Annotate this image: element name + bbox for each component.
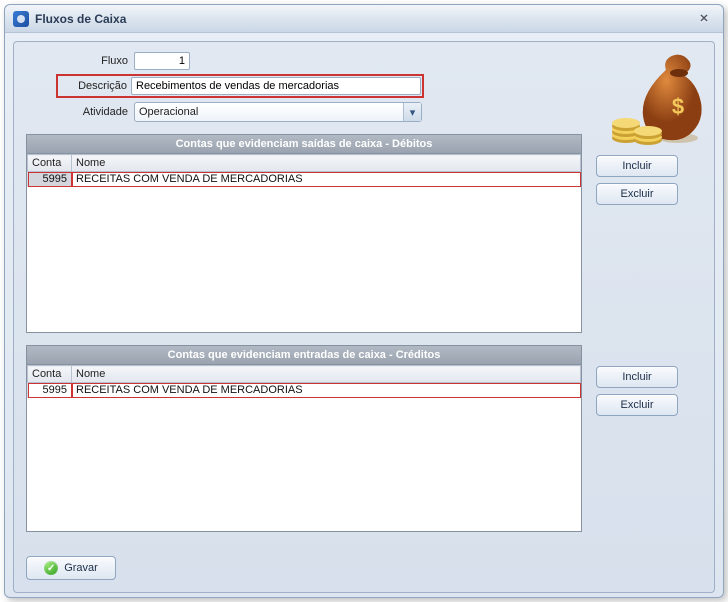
money-bag-icon: $: [608, 50, 704, 146]
col-nome[interactable]: Nome: [72, 366, 581, 383]
atividade-value: Operacional: [139, 106, 198, 118]
fluxo-input[interactable]: [134, 52, 190, 70]
app-icon: [13, 11, 29, 27]
content-panel: $ Fluxo: [13, 41, 715, 593]
cell-nome: RECEITAS COM VENDA DE MERCADORIAS: [72, 383, 581, 398]
incluir-debito-button[interactable]: Incluir: [596, 155, 678, 177]
close-icon[interactable]: ✕: [693, 10, 715, 28]
fluxo-label: Fluxo: [26, 55, 134, 67]
atividade-select[interactable]: Operacional ▾: [134, 102, 422, 122]
section-header-debitos: Contas que evidenciam saídas de caixa - …: [26, 134, 582, 153]
chevron-down-icon: ▾: [403, 103, 421, 121]
window-fluxos-de-caixa: Fluxos de Caixa ✕ $: [4, 4, 724, 598]
excluir-debito-button[interactable]: Excluir: [596, 183, 678, 205]
gravar-button[interactable]: ✓ Gravar: [26, 556, 116, 580]
descricao-highlight: Descrição: [56, 74, 424, 98]
descricao-label: Descrição: [57, 80, 131, 92]
row-fluxo: Fluxo: [26, 52, 702, 70]
incluir-credito-button[interactable]: Incluir: [596, 366, 678, 388]
col-conta[interactable]: Conta: [28, 366, 72, 383]
creditos-area: Conta Nome 5995 RECEITAS COM VENDA DE ME…: [26, 364, 702, 532]
table-row[interactable]: 5995 RECEITAS COM VENDA DE MERCADORIAS: [28, 172, 581, 187]
debitos-area: Conta Nome 5995 RECEITAS COM VENDA DE ME…: [26, 153, 702, 333]
atividade-label: Atividade: [26, 106, 134, 118]
table-row[interactable]: 5995 RECEITAS COM VENDA DE MERCADORIAS: [28, 383, 581, 398]
gravar-label: Gravar: [64, 562, 98, 574]
cell-nome: RECEITAS COM VENDA DE MERCADORIAS: [72, 172, 581, 187]
grid-debitos[interactable]: Conta Nome 5995 RECEITAS COM VENDA DE ME…: [26, 153, 582, 333]
svg-text:$: $: [672, 94, 684, 119]
cell-conta: 5995: [28, 383, 72, 398]
row-atividade: Atividade Operacional ▾: [26, 102, 702, 122]
cell-conta: 5995: [28, 172, 72, 187]
section-header-creditos: Contas que evidenciam entradas de caixa …: [26, 345, 582, 364]
debitos-buttons: Incluir Excluir: [596, 155, 678, 205]
window-title: Fluxos de Caixa: [35, 12, 693, 26]
creditos-buttons: Incluir Excluir: [596, 366, 678, 416]
excluir-credito-button[interactable]: Excluir: [596, 394, 678, 416]
col-nome[interactable]: Nome: [72, 155, 581, 172]
titlebar: Fluxos de Caixa ✕: [5, 5, 723, 33]
row-descricao: Descrição: [26, 74, 702, 98]
descricao-input[interactable]: [131, 77, 421, 95]
check-icon: ✓: [44, 561, 58, 575]
grid-creditos[interactable]: Conta Nome 5995 RECEITAS COM VENDA DE ME…: [26, 364, 582, 532]
col-conta[interactable]: Conta: [28, 155, 72, 172]
